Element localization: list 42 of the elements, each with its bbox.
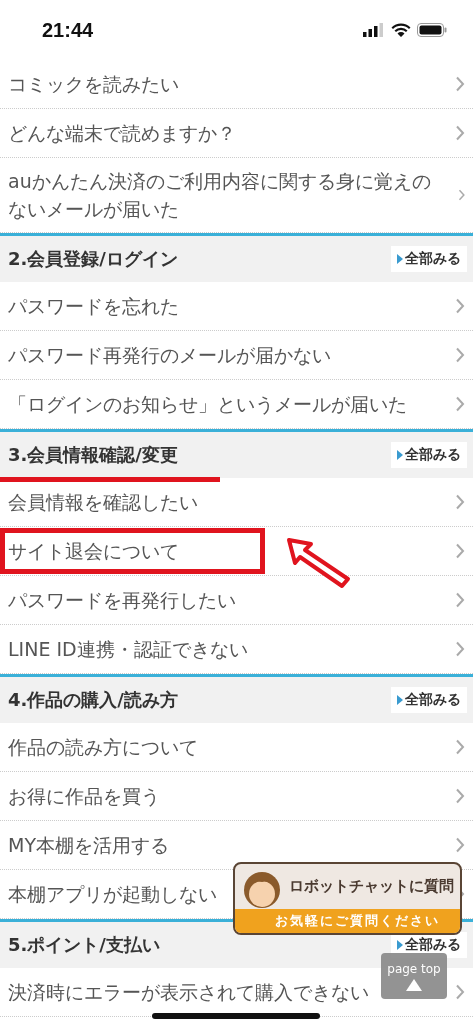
chevron-icon	[455, 592, 465, 608]
view-all-button[interactable]: 全部みる	[391, 687, 467, 713]
chevron-icon	[455, 298, 465, 314]
section-title: 3.会員情報確認/変更	[8, 443, 178, 467]
view-all-button[interactable]: 全部みる	[391, 246, 467, 272]
list-item[interactable]: パスワードを再発行したい	[0, 576, 473, 625]
chevron-icon	[455, 125, 465, 141]
section-title: 2.会員登録/ログイン	[8, 247, 178, 271]
chat-subtitle: お気軽にご質問ください	[235, 909, 460, 933]
status-time: 21:44	[42, 18, 94, 42]
up-arrow-icon	[406, 978, 422, 991]
chevron-icon	[455, 837, 465, 853]
list-item[interactable]: どんな端末で読めますか？	[0, 109, 473, 158]
chevron-icon	[455, 347, 465, 363]
list-item[interactable]: コミックを読みたい	[0, 60, 473, 109]
pointer-arrow	[286, 537, 352, 589]
chevron-icon	[455, 76, 465, 92]
triangle-icon	[397, 695, 403, 705]
chevron-icon	[455, 788, 465, 804]
chat-popup[interactable]: ロボットチャットに質問 お気軽にご質問ください	[233, 862, 462, 935]
battery-icon	[417, 23, 447, 37]
list-item[interactable]: 会員情報を確認したい	[0, 478, 473, 527]
list-item[interactable]: お得に作品を買う	[0, 772, 473, 821]
chevron-icon	[455, 984, 465, 1000]
view-all-button[interactable]: 全部みる	[391, 442, 467, 468]
list-item[interactable]: パスワード再発行のメールが届かない	[0, 331, 473, 380]
chevron-icon	[455, 396, 465, 412]
chevron-icon	[457, 187, 465, 203]
triangle-icon	[397, 450, 403, 460]
signal-icon	[363, 23, 385, 37]
list-item[interactable]: 作品の読み方について	[0, 723, 473, 772]
section-title: 5.ポイント/支払い	[8, 933, 160, 957]
triangle-icon	[397, 254, 403, 264]
list-item[interactable]: パスワードを忘れた	[0, 282, 473, 331]
chevron-icon	[455, 494, 465, 510]
chevron-icon	[455, 739, 465, 755]
chevron-icon	[455, 641, 465, 657]
triangle-icon	[397, 940, 403, 950]
chat-title: ロボットチャットに質問	[289, 877, 454, 896]
chevron-icon	[455, 543, 465, 559]
wifi-icon	[391, 22, 411, 38]
section-title: 4.作品の購入/読み方	[8, 688, 178, 712]
